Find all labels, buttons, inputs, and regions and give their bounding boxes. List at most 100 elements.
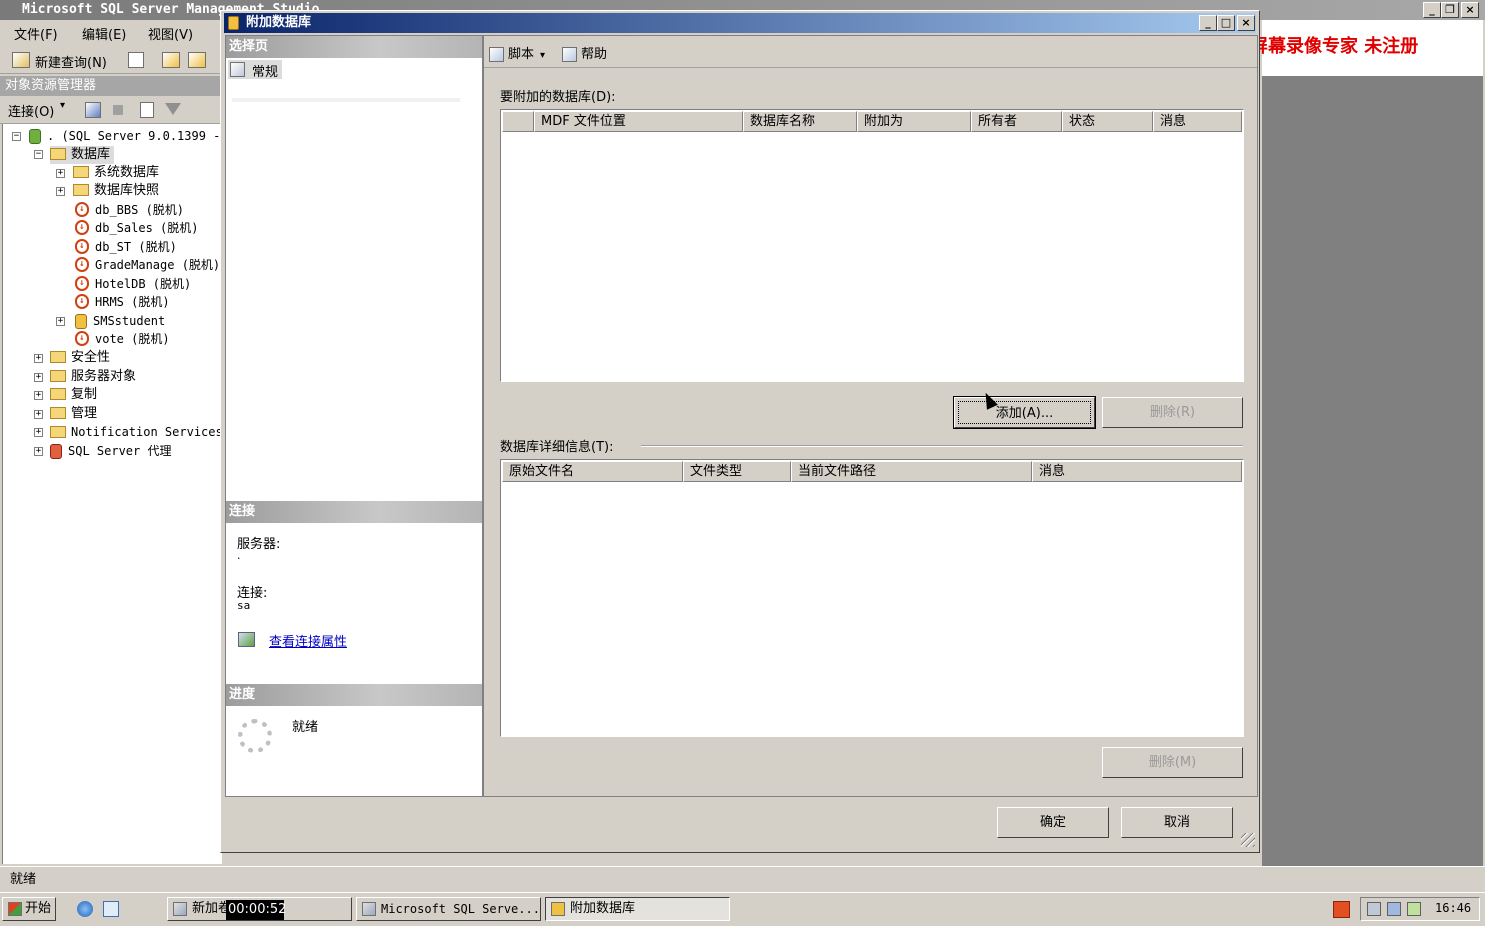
tree-node-snapshots[interactable]: 数据库快照 <box>73 182 159 200</box>
start-button[interactable]: 开始 <box>2 897 56 921</box>
chevron-down-icon[interactable]: ▾ <box>60 100 65 111</box>
new-file-icon[interactable] <box>128 52 144 68</box>
expand-icon[interactable]: + <box>34 373 43 382</box>
dialog-title-bar[interactable]: 附加数据库 <box>224 13 1256 33</box>
tree-node-server-objects[interactable]: 服务器对象 <box>50 368 136 386</box>
sound-icon[interactable] <box>1407 902 1421 916</box>
server-label: 服务器: <box>237 537 281 552</box>
tree-node-system-databases[interactable]: 系统数据库 <box>73 164 159 182</box>
tree-node-security[interactable]: 安全性 <box>50 349 110 367</box>
windows-logo-icon <box>8 902 22 916</box>
filter-icon[interactable] <box>165 103 181 115</box>
task-attach-database[interactable]: 附加数据库 <box>545 897 730 921</box>
column-mdf-location[interactable]: MDF 文件位置 <box>534 111 743 132</box>
close-button[interactable]: × <box>1461 2 1479 18</box>
refresh-icon[interactable] <box>140 102 154 118</box>
tree-node-replication[interactable]: 复制 <box>50 386 97 404</box>
column-file-type[interactable]: 文件类型 <box>683 461 791 482</box>
menu-view[interactable]: 视图(V) <box>148 24 193 43</box>
expand-icon[interactable]: + <box>56 169 65 178</box>
expand-icon[interactable]: + <box>56 317 65 326</box>
monitor-icon[interactable] <box>1387 902 1401 916</box>
column-database-name[interactable]: 数据库名称 <box>743 111 857 132</box>
column-details-message[interactable]: 消息 <box>1032 461 1242 482</box>
collapse-icon[interactable]: − <box>34 150 43 159</box>
stop-icon[interactable] <box>113 105 123 115</box>
script-button[interactable]: 脚本 ▾ <box>489 43 545 62</box>
folder-icon <box>50 425 66 438</box>
tree-node-notification[interactable]: Notification Services <box>50 423 223 441</box>
task-ssms[interactable]: Microsoft SQL Serve... <box>356 897 541 921</box>
remove-details-button[interactable]: 删除(M) <box>1102 747 1243 778</box>
dialog-close-button[interactable]: × <box>1237 15 1255 31</box>
server-label: . (SQL Server 9.0.1399 - <box>47 129 221 143</box>
taskbar: 开始 新加卷 Microsoft SQL Serve... 附加数据库 16:4… <box>0 892 1485 926</box>
column-owner[interactable]: 所有者 <box>971 111 1062 132</box>
add-button[interactable]: 添加(A)... <box>953 396 1096 429</box>
tree-node-db-sales[interactable]: ↓ db_Sales (脱机) <box>75 219 198 237</box>
tree-node-vote[interactable]: ↓ vote (脱机) <box>75 330 170 348</box>
column-attach-as[interactable]: 附加为 <box>857 111 971 132</box>
expand-icon[interactable]: + <box>34 428 43 437</box>
tree-node-hoteldb[interactable]: ↓ HotelDB (脱机) <box>75 275 191 293</box>
tree-node-grademanage[interactable]: ↓ GradeManage (脱机) <box>75 256 220 274</box>
connection-header-label: 连接 <box>229 504 256 519</box>
expand-icon[interactable]: + <box>34 354 43 363</box>
dialog-maximize-button[interactable]: □ <box>1217 15 1235 31</box>
page-general[interactable]: 常规 <box>228 60 282 80</box>
column-current-path[interactable]: 当前文件路径 <box>791 461 1032 482</box>
column-status[interactable]: 状态 <box>1062 111 1153 132</box>
connect-icon[interactable] <box>85 102 101 118</box>
help-button[interactable]: 帮助 <box>562 43 607 62</box>
folder-icon <box>50 369 66 382</box>
offline-db-icon: ↓ <box>75 331 89 346</box>
restore-button[interactable]: ❐ <box>1441 2 1459 18</box>
drive-icon <box>173 902 187 916</box>
details-grid-header: 原始文件名 文件类型 当前文件路径 消息 <box>502 461 1242 482</box>
connection-properties-icon <box>238 632 255 647</box>
column-message[interactable]: 消息 <box>1153 111 1242 132</box>
ok-button[interactable]: 确定 <box>997 807 1109 838</box>
expand-icon[interactable]: + <box>34 410 43 419</box>
tree-node-management[interactable]: 管理 <box>50 405 97 423</box>
expand-icon[interactable]: + <box>34 391 43 400</box>
mdx-query-icon[interactable] <box>188 52 206 68</box>
db-query-icon[interactable] <box>162 52 180 68</box>
menu-edit[interactable]: 编辑(E) <box>82 24 126 43</box>
cancel-button[interactable]: 取消 <box>1121 807 1233 838</box>
dialog-minimize-button[interactable]: _ <box>1199 15 1217 31</box>
server-icon <box>29 129 41 144</box>
column-original-filename[interactable]: 原始文件名 <box>502 461 683 482</box>
tree-node-hrms[interactable]: ↓ HRMS (脱机) <box>75 293 170 311</box>
offline-db-icon: ↓ <box>75 220 89 235</box>
connect-dropdown[interactable]: 连接(O) <box>8 101 54 120</box>
progress-spinner-icon <box>238 719 272 753</box>
ie-icon[interactable] <box>77 901 93 917</box>
view-connection-properties-link[interactable]: 查看连接属性 <box>269 631 347 650</box>
tree-node-db-st[interactable]: ↓ db_ST (脱机) <box>75 238 177 256</box>
offline-db-icon: ↓ <box>75 294 89 309</box>
menu-file[interactable]: 文件(F) <box>14 24 58 43</box>
background-area <box>1262 76 1483 866</box>
tree-node-server[interactable]: . (SQL Server 9.0.1399 - <box>29 127 220 145</box>
network-icon[interactable] <box>1367 902 1381 916</box>
agent-label: SQL Server 代理 <box>68 444 172 458</box>
collapse-icon[interactable]: − <box>12 132 21 141</box>
tree-node-smsstudent[interactable]: SMSstudent <box>75 312 165 330</box>
desktop-icon[interactable] <box>103 901 119 917</box>
object-explorer-title: 对象资源管理器 <box>5 78 97 93</box>
remove-button[interactable]: 删除(R) <box>1102 397 1243 428</box>
resize-grip-icon[interactable] <box>1241 833 1255 847</box>
attach-databases-grid[interactable]: MDF 文件位置 数据库名称 附加为 所有者 状态 消息 <box>500 109 1244 382</box>
expand-icon[interactable]: + <box>56 187 65 196</box>
clock: 16:46 <box>1435 901 1472 915</box>
input-method-icon[interactable] <box>1333 901 1350 918</box>
tree-node-db-bbs[interactable]: ↓ db_BBS (脱机) <box>75 201 184 219</box>
expand-icon[interactable]: + <box>34 447 43 456</box>
attach-database-dialog: 附加数据库 _ □ × 选择页 常规 连接 服务器: . 连接: sa 查看连接… <box>220 10 1260 853</box>
new-query-button[interactable]: 新建查询(N) <box>35 52 107 71</box>
minimize-button[interactable]: _ <box>1423 2 1441 18</box>
tree-node-agent[interactable]: SQL Server 代理 <box>50 442 171 460</box>
tree-node-databases[interactable]: 数据库 <box>50 146 115 164</box>
database-details-grid[interactable]: 原始文件名 文件类型 当前文件路径 消息 <box>500 459 1244 737</box>
